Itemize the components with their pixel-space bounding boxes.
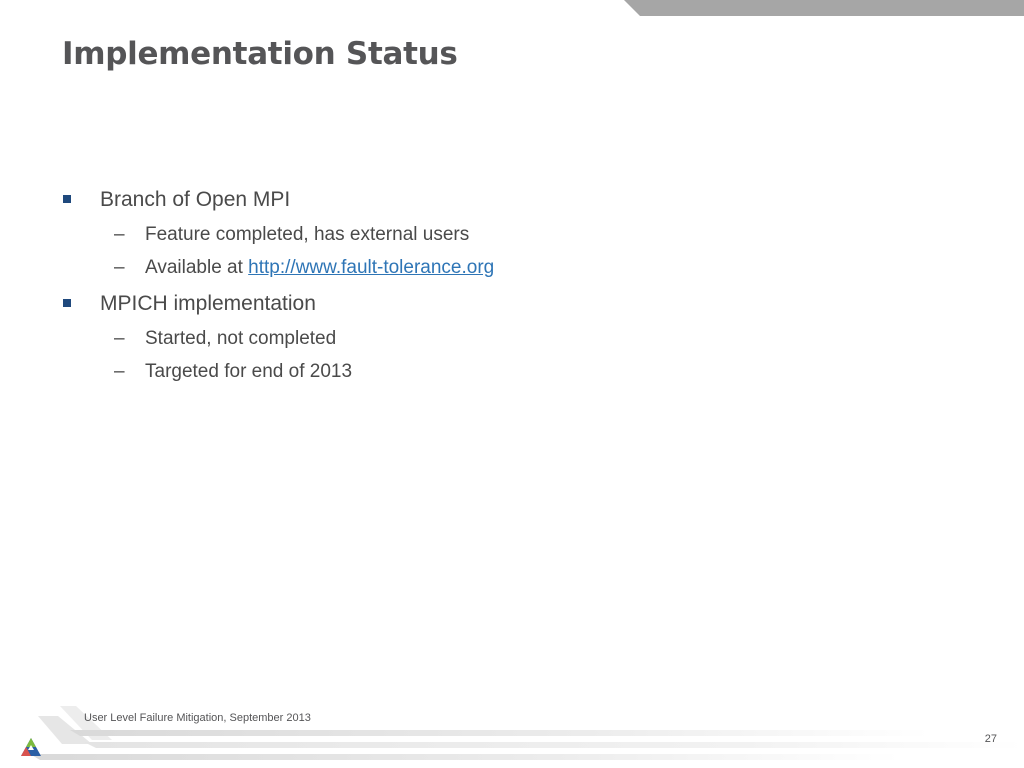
- sub-bullet-text-prefix: Available at: [145, 257, 249, 278]
- dash-bullet-icon: –: [114, 257, 125, 278]
- slide-content: Branch of Open MPI – Feature completed, …: [62, 182, 962, 390]
- square-bullet-icon: [63, 299, 71, 307]
- sub-bullet-list: – Feature completed, has external users …: [100, 218, 962, 284]
- bullet-text: Branch of Open MPI: [100, 188, 291, 211]
- bullet-list: Branch of Open MPI – Feature completed, …: [62, 182, 962, 388]
- dash-bullet-icon: –: [114, 224, 125, 245]
- dash-bullet-icon: –: [114, 361, 125, 382]
- sub-bullet-list: – Started, not completed – Targeted for …: [100, 322, 962, 388]
- top-decorative-band: [624, 0, 1024, 16]
- sub-bullet-text: Feature completed, has external users: [145, 224, 470, 245]
- bullet-item: Branch of Open MPI – Feature completed, …: [62, 182, 962, 284]
- sub-bullet-text: Targeted for end of 2013: [145, 361, 353, 382]
- sub-bullet-text: Started, not completed: [145, 328, 337, 349]
- sub-bullet-item: – Started, not completed: [100, 322, 962, 355]
- sub-bullet-item: – Feature completed, has external users: [100, 218, 962, 251]
- triangle-logo-icon: [21, 738, 41, 756]
- bullet-item: MPICH implementation – Started, not comp…: [62, 286, 962, 388]
- sub-bullet-item: – Targeted for end of 2013: [100, 355, 962, 388]
- fault-tolerance-link[interactable]: http://www.fault-tolerance.org: [248, 257, 494, 278]
- bullet-text: MPICH implementation: [100, 292, 316, 315]
- slide-title: Implementation Status: [62, 36, 458, 72]
- sub-bullet-item: – Available at http://www.fault-toleranc…: [100, 251, 962, 284]
- square-bullet-icon: [63, 195, 71, 203]
- footer-caption: User Level Failure Mitigation, September…: [84, 712, 311, 724]
- footer-decorative-swoosh: [30, 706, 1024, 760]
- dash-bullet-icon: –: [114, 328, 125, 349]
- page-number: 27: [984, 733, 997, 745]
